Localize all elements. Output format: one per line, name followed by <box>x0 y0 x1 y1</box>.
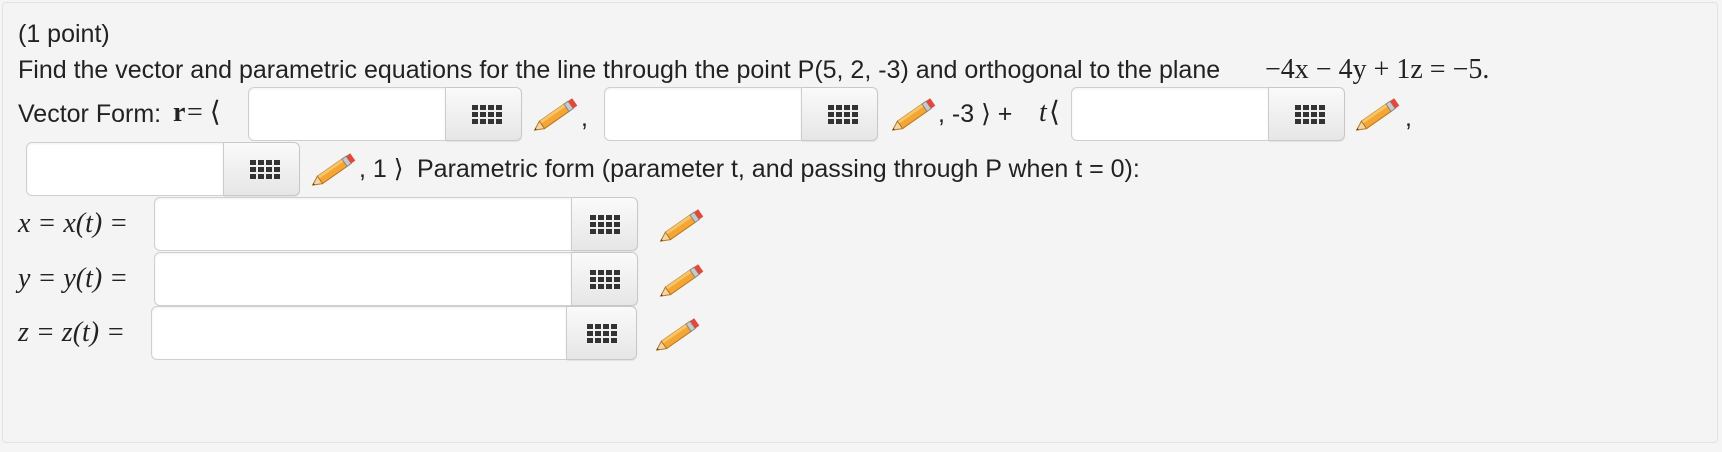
pencil-edit-icon[interactable] <box>891 95 939 135</box>
pencil-edit-icon[interactable] <box>311 150 359 190</box>
y-equation-label: y = y(t) = <box>18 263 129 294</box>
keypad-grid-icon <box>828 105 858 124</box>
equals-open-angle: = ⟨ <box>187 97 221 128</box>
parametric-form-text: Parametric form (parameter t, and passin… <box>417 155 1140 183</box>
pencil-edit-icon[interactable] <box>659 261 707 301</box>
keypad-grid-icon <box>590 270 620 289</box>
point-y-input[interactable] <box>604 87 802 141</box>
z-equation-label: z = z(t) = <box>18 317 126 348</box>
open-angle: ⟨ <box>1049 97 1060 128</box>
keypad-button[interactable] <box>1269 87 1345 141</box>
keypad-grid-icon <box>472 105 502 124</box>
direction-y-input[interactable] <box>26 142 224 196</box>
keypad-button[interactable] <box>802 87 878 141</box>
vector-form-label: Vector Form: <box>18 100 162 128</box>
pencil-edit-icon[interactable] <box>1355 95 1403 135</box>
param-y-input[interactable] <box>154 252 572 306</box>
keypad-button[interactable] <box>572 252 638 306</box>
problem-prompt: Find the vector and parametric equations… <box>18 56 1221 84</box>
problem-panel: (1 point) Find the vector and parametric… <box>2 2 1718 443</box>
pencil-edit-icon[interactable] <box>533 95 581 135</box>
x-equation-label: x = x(t) = <box>18 208 129 239</box>
fixed-z-point: , -3 ⟩ + <box>938 100 1013 128</box>
comma-separator: , <box>1405 104 1412 132</box>
point-x-input[interactable] <box>248 87 446 141</box>
pencil-edit-icon[interactable] <box>659 206 707 246</box>
keypad-button[interactable] <box>224 142 300 196</box>
t-symbol: t <box>1039 97 1047 128</box>
plane-equation: −4x − 4y + 1z = −5. <box>1265 54 1490 85</box>
points-label: (1 point) <box>18 20 110 48</box>
keypad-button[interactable] <box>446 87 522 141</box>
r-symbol: r <box>173 97 186 128</box>
keypad-grid-icon <box>250 160 280 179</box>
keypad-grid-icon <box>1295 105 1325 124</box>
keypad-grid-icon <box>590 215 620 234</box>
keypad-button[interactable] <box>572 197 638 251</box>
pencil-edit-icon[interactable] <box>655 315 703 355</box>
keypad-grid-icon <box>587 324 617 343</box>
fixed-direction-z: , 1 ⟩ <box>359 155 404 183</box>
keypad-button[interactable] <box>567 306 637 360</box>
param-z-input[interactable] <box>151 306 567 360</box>
comma-separator: , <box>581 104 588 132</box>
param-x-input[interactable] <box>154 197 572 251</box>
direction-x-input[interactable] <box>1071 87 1269 141</box>
